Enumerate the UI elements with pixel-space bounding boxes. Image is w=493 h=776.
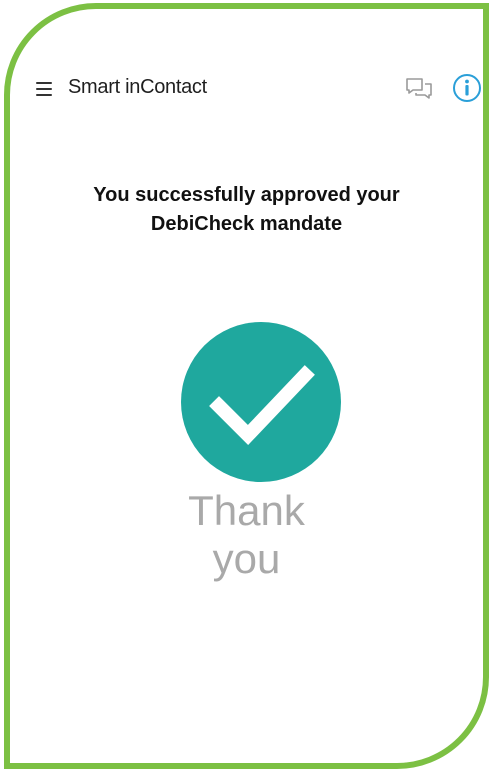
phone-frame: Smart inContact You successfully approve… [4, 3, 489, 769]
checkmark-circle-icon [181, 322, 341, 482]
success-message-line-1: You successfully approved your [93, 184, 400, 206]
thank-you-text: Thank you [10, 487, 483, 583]
thank-you-line-1: Thank [188, 487, 305, 534]
chat-bubbles-icon[interactable] [404, 75, 434, 105]
info-circle-icon[interactable] [451, 72, 483, 104]
thank-you-line-2: you [212, 535, 281, 582]
hamburger-menu-icon[interactable] [36, 82, 52, 96]
app-header: Smart inContact [10, 9, 483, 159]
app-title: Smart inContact [68, 76, 207, 98]
success-message: You successfully approved your DebiCheck… [10, 181, 483, 239]
success-message-line-2: DebiCheck mandate [150, 213, 343, 235]
